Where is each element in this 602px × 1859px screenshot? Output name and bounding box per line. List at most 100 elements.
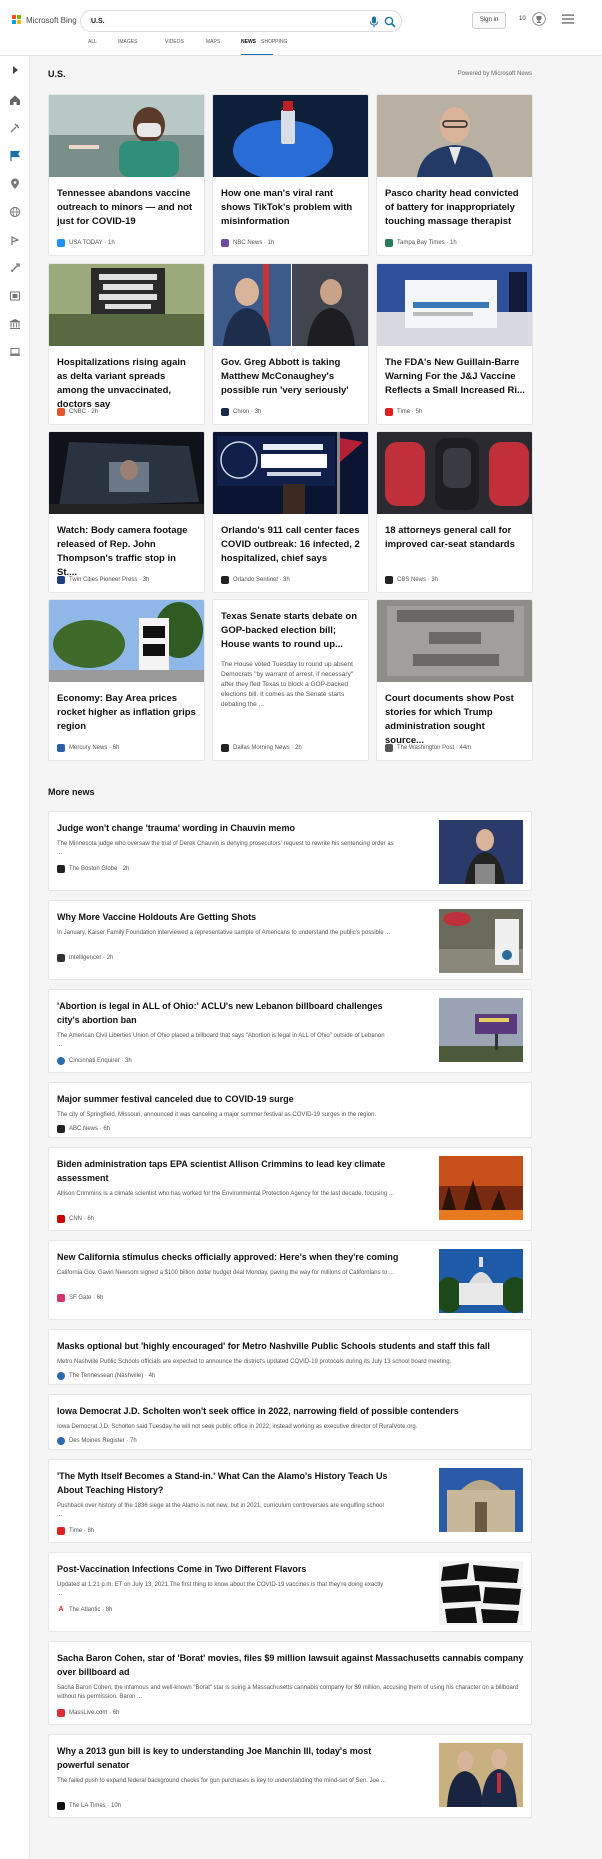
list-item-title[interactable]: Iowa Democrat J.D. Scholten won't seek o… (57, 1404, 527, 1418)
list-item[interactable]: Biden administration taps EPA scientist … (48, 1147, 532, 1231)
card-title[interactable]: Texas Senate starts debate on GOP-backed… (221, 610, 361, 652)
list-item-title[interactable]: Biden administration taps EPA scientist … (57, 1157, 417, 1185)
card-source: The Washington Post · 44m (385, 744, 471, 752)
source-logo-icon (385, 408, 393, 416)
news-card[interactable]: How one man's viral rant shows TikTok's … (212, 94, 369, 256)
location-pin-icon[interactable] (9, 178, 21, 190)
list-item-title[interactable]: Major summer festival canceled due to CO… (57, 1092, 517, 1106)
card-source: CNBC · 2h (57, 408, 98, 416)
card-title[interactable]: Orlando's 911 call center faces COVID ou… (221, 524, 361, 566)
news-card[interactable]: The FDA's New Guillain-Barre Warning For… (376, 263, 533, 425)
list-item-source: Des Moines Register · 7h (57, 1437, 137, 1445)
source-logo-icon (57, 1125, 65, 1133)
tools-icon[interactable] (9, 122, 21, 134)
news-card[interactable]: 18 attorneys general call for improved c… (376, 431, 533, 593)
card-title[interactable]: Watch: Body camera footage released of R… (57, 524, 197, 580)
list-item[interactable]: Major summer festival canceled due to CO… (48, 1082, 532, 1138)
powered-by-label[interactable]: Powered by Microsoft News (458, 71, 532, 77)
list-item-title[interactable]: Masks optional but 'highly encouraged' f… (57, 1339, 527, 1353)
list-item-description: Iowa Democrat J.D. Scholten said Tuesday… (57, 1424, 418, 1430)
news-card[interactable]: Economy: Bay Area prices rocket higher a… (48, 599, 205, 761)
hamburger-menu-icon[interactable] (562, 14, 574, 24)
list-item[interactable]: Iowa Democrat J.D. Scholten won't seek o… (48, 1394, 532, 1450)
card-title[interactable]: Hospitalizations rising again as delta v… (57, 356, 197, 412)
source-logo-icon (57, 1802, 65, 1810)
politics-icon[interactable] (9, 234, 21, 246)
list-item-title[interactable]: 'Abortion is legal in ALL of Ohio:' ACLU… (57, 999, 402, 1027)
world-globe-icon[interactable] (9, 206, 21, 218)
list-item[interactable]: 'Abortion is legal in ALL of Ohio:' ACLU… (48, 989, 532, 1073)
entertainment-film-icon[interactable] (9, 290, 21, 302)
news-card[interactable]: Pasco charity head convicted of battery … (376, 94, 533, 256)
card-title[interactable]: Pasco charity head convicted of battery … (385, 187, 525, 229)
news-card[interactable]: Texas Senate starts debate on GOP-backed… (212, 599, 369, 761)
list-item-title[interactable]: Post-Vaccination Infections Come in Two … (57, 1562, 437, 1576)
sign-in-button[interactable]: Sign in (472, 12, 506, 29)
us-flag-icon[interactable] (9, 150, 21, 162)
source-logo-icon (57, 1294, 65, 1302)
rewards-trophy-icon[interactable] (532, 12, 546, 26)
list-item-description: The Minnesota judge who oversaw the tria… (57, 841, 394, 856)
card-title[interactable]: Economy: Bay Area prices rocket higher a… (57, 692, 197, 734)
news-card[interactable]: Orlando's 911 call center faces COVID ou… (212, 431, 369, 593)
news-card[interactable]: Watch: Body camera footage released of R… (48, 431, 205, 593)
home-icon[interactable] (9, 94, 21, 106)
list-item[interactable]: 'The Myth Itself Becomes a Stand-in.' Wh… (48, 1459, 532, 1543)
list-item-source: The Tennessean (Nashville) · 4h (57, 1372, 155, 1380)
card-title[interactable]: Court documents show Post stories for wh… (385, 692, 525, 748)
list-item-title[interactable]: Judge won't change 'trauma' wording in C… (57, 821, 437, 835)
source-logo-icon (221, 576, 229, 584)
category-rail (0, 56, 30, 1859)
card-title[interactable]: Gov. Greg Abbott is taking Matthew McCon… (221, 356, 361, 398)
bing-logo[interactable]: Microsoft Bing (12, 15, 77, 25)
list-item-title[interactable]: Why More Vaccine Holdouts Are Getting Sh… (57, 910, 437, 924)
list-item[interactable]: Why More Vaccine Holdouts Are Getting Sh… (48, 900, 532, 980)
tab-shopping[interactable]: SHOPPING (261, 38, 287, 56)
card-description: The House voted Tuesday to round up abse… (221, 661, 354, 708)
list-item-title[interactable]: 'The Myth Itself Becomes a Stand-in.' Wh… (57, 1469, 402, 1497)
rewards-count[interactable]: 10 (519, 16, 526, 22)
news-card[interactable]: Tennessee abandons vaccine outreach to m… (48, 94, 205, 256)
list-item-thumbnail (439, 1249, 523, 1313)
microphone-icon[interactable] (369, 16, 379, 28)
news-card[interactable]: Gov. Greg Abbott is taking Matthew McCon… (212, 263, 369, 425)
card-title[interactable]: How one man's viral rant shows TikTok's … (221, 187, 361, 229)
list-item-title[interactable]: New California stimulus checks officiall… (57, 1250, 437, 1264)
brand-name: Microsoft Bing (26, 15, 77, 25)
card-title[interactable]: Tennessee abandons vaccine outreach to m… (57, 187, 197, 229)
list-item-title[interactable]: Why a 2013 gun bill is key to understand… (57, 1744, 402, 1772)
list-item-thumbnail (439, 820, 523, 884)
technology-laptop-icon[interactable] (9, 346, 21, 358)
search-input[interactable] (91, 15, 361, 27)
card-source: Tampa Bay Times · 1h (385, 239, 457, 247)
tab-images[interactable]: IMAGES (118, 38, 165, 56)
list-item[interactable]: Sacha Baron Cohen, star of 'Borat' movie… (48, 1641, 532, 1725)
source-logo-icon: A (57, 1606, 65, 1614)
card-title[interactable]: The FDA's New Guillain-Barre Warning For… (385, 356, 525, 398)
list-item-description: In January, Kaiser Family Foundation int… (57, 930, 391, 936)
expand-rail-icon[interactable] (9, 64, 21, 76)
news-image-orlando-podium (213, 432, 368, 514)
list-item[interactable]: Judge won't change 'trauma' wording in C… (48, 811, 532, 891)
list-item-title[interactable]: Sacha Baron Cohen, star of 'Borat' movie… (57, 1651, 527, 1679)
news-card[interactable]: Court documents show Post stories for wh… (376, 599, 533, 761)
news-image-covid-sign (49, 264, 204, 346)
tab-maps[interactable]: MAPS (206, 38, 241, 56)
science-rocket-icon[interactable] (9, 262, 21, 274)
list-item[interactable]: New California stimulus checks officiall… (48, 1240, 532, 1320)
business-bank-icon[interactable] (9, 318, 21, 330)
news-card[interactable]: Hospitalizations rising again as delta v… (48, 263, 205, 425)
card-source: CBS News · 3h (385, 576, 438, 584)
list-item[interactable]: Why a 2013 gun bill is key to understand… (48, 1734, 532, 1818)
list-item-thumbnail (439, 1743, 523, 1807)
tab-videos[interactable]: VIDEOS (165, 38, 206, 56)
list-item-description: Updated at 1:21 p.m. ET on July 13, 2021… (57, 1582, 384, 1597)
source-logo-icon (57, 1057, 65, 1065)
list-item[interactable]: Post-Vaccination Infections Come in Two … (48, 1552, 532, 1632)
source-logo-icon (57, 408, 65, 416)
tab-all[interactable]: ALL (88, 38, 118, 56)
search-icon[interactable] (384, 16, 396, 28)
list-item-source: Cincinnati Enquirer · 3h (57, 1057, 132, 1065)
list-item[interactable]: Masks optional but 'highly encouraged' f… (48, 1329, 532, 1385)
card-title[interactable]: 18 attorneys general call for improved c… (385, 524, 525, 552)
